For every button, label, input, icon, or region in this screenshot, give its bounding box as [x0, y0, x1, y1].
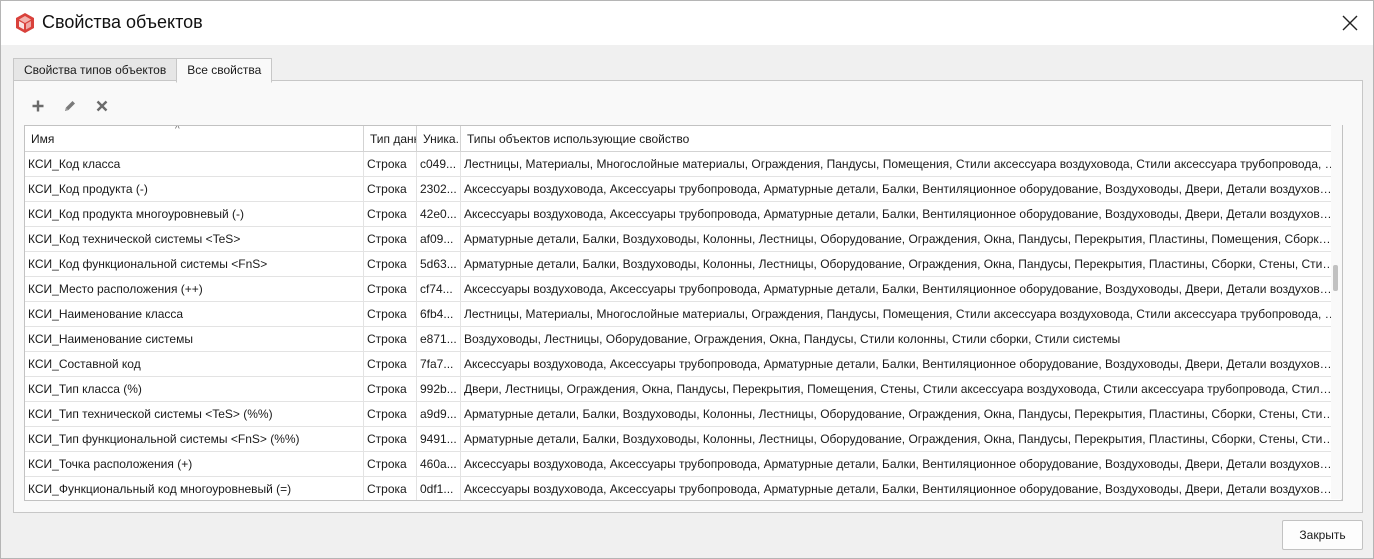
cell-data-type: Строка: [364, 202, 417, 226]
sort-ascending-icon: ^: [175, 126, 180, 135]
cell-data-type: Строка: [364, 227, 417, 251]
cell-object-types: Воздуховоды, Лестницы, Оборудование, Огр…: [461, 327, 1342, 351]
cell-name: КСИ_Место расположения (++): [25, 277, 364, 301]
cell-object-types: Лестницы, Материалы, Многослойные матери…: [461, 152, 1342, 176]
tab-object-type-properties[interactable]: Свойства типов объектов: [13, 58, 178, 82]
cell-unique-id: 6fb4...: [417, 302, 461, 326]
cell-unique-id: 7fa7...: [417, 352, 461, 376]
cell-unique-id: 2302...: [417, 177, 461, 201]
table-row[interactable]: КСИ_Код продукта многоуровневый (-) Строк…: [25, 202, 1342, 227]
cell-object-types: Аксессуары воздуховода, Аксессуары трубо…: [461, 452, 1342, 476]
table-row[interactable]: КСИ_Тип технической системы <TeS> (%%) Ст…: [25, 402, 1342, 427]
scrollbar-thumb[interactable]: [1333, 265, 1338, 291]
cell-unique-id: 9491...: [417, 427, 461, 451]
cell-name: КСИ_Тип класса (%): [25, 377, 364, 401]
cell-name: КСИ_Код класса: [25, 152, 364, 176]
cell-name: КСИ_Точка расположения (+): [25, 452, 364, 476]
title-bar: Свойства объектов: [1, 1, 1373, 45]
cell-data-type: Строка: [364, 402, 417, 426]
cell-data-type: Строка: [364, 152, 417, 176]
cell-name: КСИ_Наименование системы: [25, 327, 364, 351]
cell-unique-id: c049...: [417, 152, 461, 176]
edit-property-button[interactable]: [60, 95, 80, 117]
column-header-name[interactable]: Имя ^: [25, 126, 364, 151]
cell-name: КСИ_Код продукта многоуровневый (-): [25, 202, 364, 226]
cell-object-types: Арматурные детали, Балки, Воздуховоды, К…: [461, 402, 1342, 426]
add-property-button[interactable]: [28, 95, 48, 117]
pencil-icon: [65, 101, 75, 111]
table-body: КСИ_Код класса Строка c049... Лестницы, Мат…: [25, 152, 1342, 500]
tab-all-properties[interactable]: Все свойства: [176, 58, 273, 83]
cell-object-types: Арматурные детали, Балки, Воздуховоды, К…: [461, 252, 1342, 276]
cell-object-types: Арматурные детали, Балки, Воздуховоды, К…: [461, 427, 1342, 451]
cell-data-type: Строка: [364, 427, 417, 451]
close-button[interactable]: Закрыть: [1282, 520, 1363, 550]
cell-unique-id: e871...: [417, 327, 461, 351]
cell-unique-id: 5d63...: [417, 252, 461, 276]
table-row[interactable]: КСИ_Тип функциональной системы <FnS> (%%…: [25, 427, 1342, 452]
column-header-data-type[interactable]: Тип данн: [364, 126, 417, 151]
cell-unique-id: af09...: [417, 227, 461, 251]
cell-unique-id: 992b...: [417, 377, 461, 401]
table-row[interactable]: КСИ_Код класса Строка c049... Лестницы, Мат…: [25, 152, 1342, 177]
cell-data-type: Строка: [364, 177, 417, 201]
cell-unique-id: 0df1...: [417, 477, 461, 500]
table-row[interactable]: КСИ_Код технической системы <TeS> Строка a…: [25, 227, 1342, 252]
cell-object-types: Аксессуары воздуховода, Аксессуары трубо…: [461, 352, 1342, 376]
cell-unique-id: a9d9...: [417, 402, 461, 426]
cell-object-types: Двери, Лестницы, Ограждения, Окна, Панду…: [461, 377, 1342, 401]
toolbar: [28, 95, 112, 117]
plus-icon: [32, 100, 44, 112]
close-window-icon[interactable]: [1333, 7, 1367, 39]
cell-object-types: Арматурные детали, Балки, Воздуховоды, К…: [461, 227, 1342, 251]
table-row[interactable]: КСИ_Код функциональной системы <FnS> Стро…: [25, 252, 1342, 277]
cell-name: КСИ_Код технической системы <TeS>: [25, 227, 364, 251]
cell-object-types: Лестницы, Материалы, Многослойные матери…: [461, 302, 1342, 326]
cell-data-type: Строка: [364, 352, 417, 376]
cell-name: КСИ_Код функциональной системы <FnS>: [25, 252, 364, 276]
table-row[interactable]: КСИ_Функциональный код многоуровневый (=…: [25, 477, 1342, 500]
all-properties-panel: Имя ^ Тип данн Уника... Типы объектов ис…: [13, 80, 1363, 513]
x-icon: [96, 100, 108, 112]
cell-unique-id: 460a...: [417, 452, 461, 476]
cell-data-type: Строка: [364, 327, 417, 351]
properties-dialog: Свойства объектов Свойства типов объекто…: [0, 0, 1374, 559]
cell-data-type: Строка: [364, 452, 417, 476]
cell-name: КСИ_Тип функциональной системы <FnS> (%%…: [25, 427, 364, 451]
table-row[interactable]: КСИ_Код продукта (-) Строка 2302... Аксессу…: [25, 177, 1342, 202]
cell-name: КСИ_Код продукта (-): [25, 177, 364, 201]
cell-data-type: Строка: [364, 302, 417, 326]
cell-object-types: Аксессуары воздуховода, Аксессуары трубо…: [461, 177, 1342, 201]
table-row[interactable]: КСИ_Наименование класса Строка 6fb4... Лест…: [25, 302, 1342, 327]
table-row[interactable]: КСИ_Тип класса (%) Строка 992b... Двери, Ле…: [25, 377, 1342, 402]
cell-data-type: Строка: [364, 252, 417, 276]
cell-name: КСИ_Тип технической системы <TeS> (%%): [25, 402, 364, 426]
column-header-unique-id[interactable]: Уника...: [417, 126, 461, 151]
properties-table: Имя ^ Тип данн Уника... Типы объектов ис…: [24, 125, 1343, 501]
table-row[interactable]: КСИ_Место расположения (++) Строка cf74...…: [25, 277, 1342, 302]
tab-bar: Свойства типов объектов Все свойства: [13, 58, 273, 83]
column-label: Имя: [31, 132, 55, 146]
cell-name: КСИ_Составной код: [25, 352, 364, 376]
cell-name: КСИ_Функциональный код многоуровневый (=…: [25, 477, 364, 500]
column-header-object-types[interactable]: Типы объектов использующие свойство: [461, 126, 1342, 151]
delete-property-button[interactable]: [92, 95, 112, 117]
app-cube-icon: [16, 13, 34, 33]
table-row[interactable]: КСИ_Составной код Строка 7fa7... Аксессуары…: [25, 352, 1342, 377]
cell-name: КСИ_Наименование класса: [25, 302, 364, 326]
cell-unique-id: 42e0...: [417, 202, 461, 226]
table-header: Имя ^ Тип данн Уника... Типы объектов ис…: [25, 126, 1342, 152]
cell-data-type: Строка: [364, 277, 417, 301]
cell-data-type: Строка: [364, 477, 417, 500]
cell-data-type: Строка: [364, 377, 417, 401]
cell-object-types: Аксессуары воздуховода, Аксессуары трубо…: [461, 477, 1342, 500]
table-row[interactable]: КСИ_Наименование системы Строка e871... Воз…: [25, 327, 1342, 352]
cell-unique-id: cf74...: [417, 277, 461, 301]
table-row[interactable]: КСИ_Точка расположения (+) Строка 460a... А…: [25, 452, 1342, 477]
cell-object-types: Аксессуары воздуховода, Аксессуары трубо…: [461, 277, 1342, 301]
cell-object-types: Аксессуары воздуховода, Аксессуары трубо…: [461, 202, 1342, 226]
window-title: Свойства объектов: [42, 12, 203, 32]
vertical-scrollbar[interactable]: [1331, 125, 1342, 499]
